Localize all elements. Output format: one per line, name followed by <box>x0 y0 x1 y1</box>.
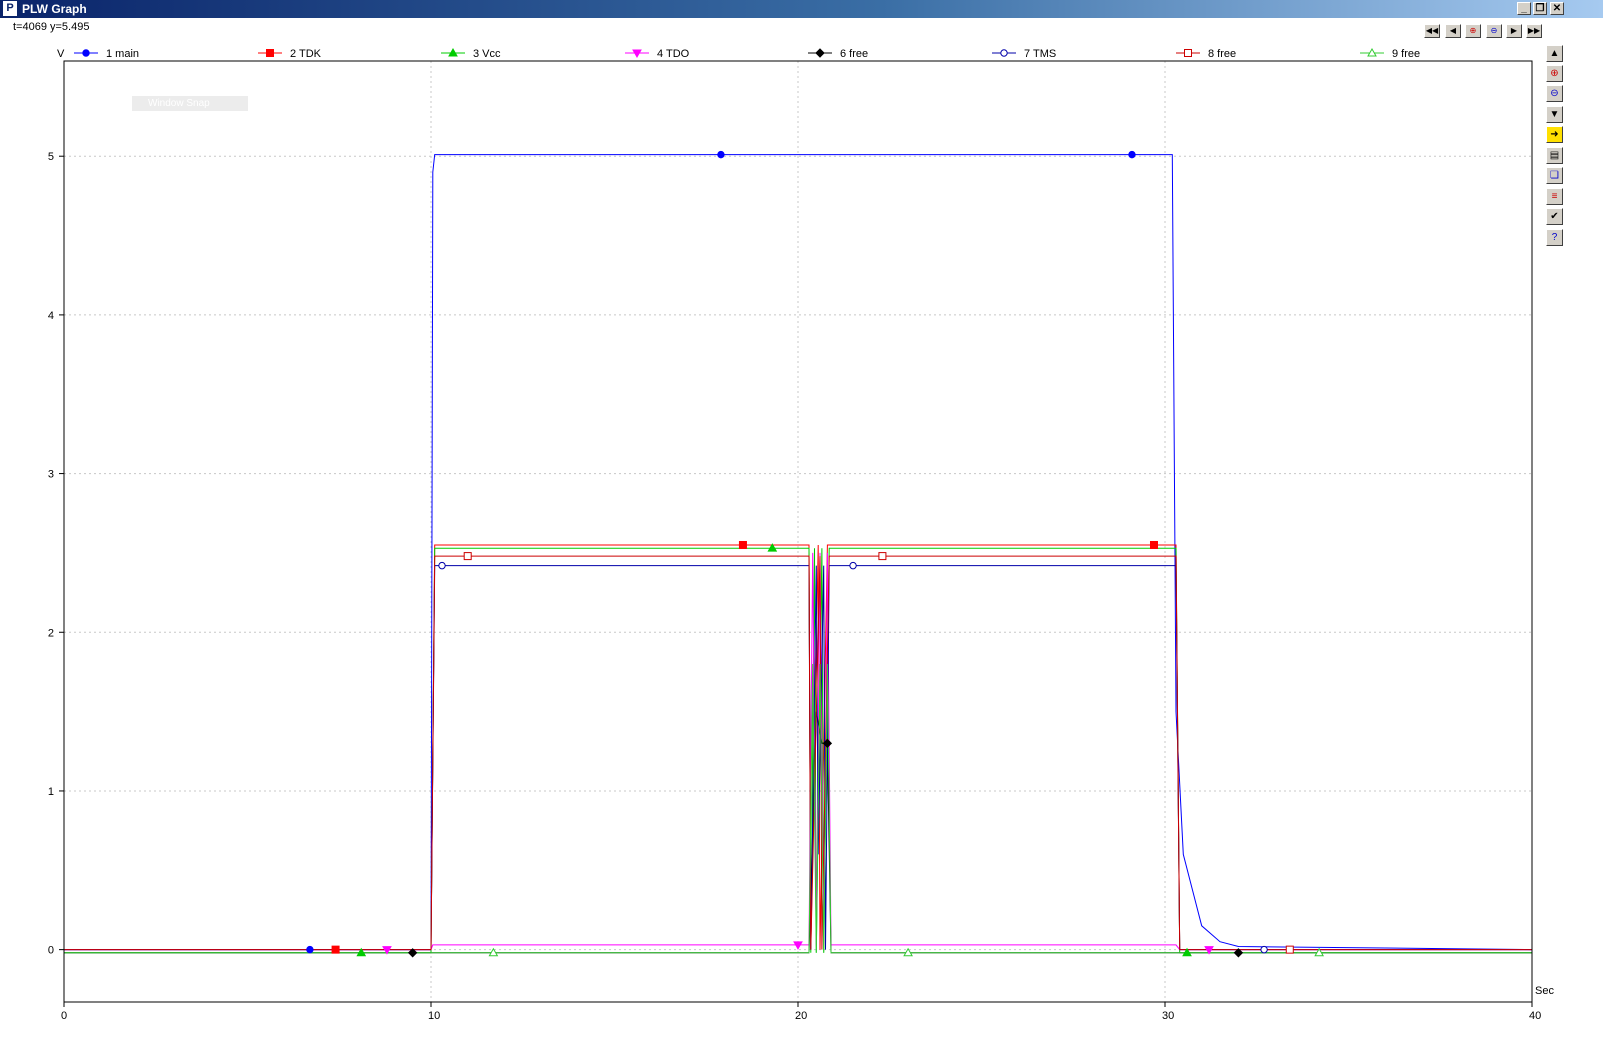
legend-marker <box>1000 49 1008 57</box>
series-marker-7 <box>1285 945 1294 954</box>
y-tick-label: 3 <box>48 469 54 481</box>
series-marker-2 <box>331 945 340 954</box>
legend-label: 6 free <box>840 48 868 60</box>
y-tick-label: 2 <box>48 627 54 639</box>
x-tick-label: 30 <box>1162 1010 1174 1022</box>
series-layer <box>64 154 1533 954</box>
series-marker-2 <box>738 540 747 549</box>
series-marker-7 <box>878 552 887 561</box>
series-marker-1 <box>717 150 725 159</box>
legend-label: 9 free <box>1392 48 1420 60</box>
legend-marker <box>82 49 90 57</box>
legend-marker <box>1184 49 1192 57</box>
x-tick-label: 10 <box>428 1010 440 1022</box>
x-axis-label: Sec <box>1535 985 1554 997</box>
window-snap-label: Window Snap <box>132 96 248 111</box>
series-marker-1 <box>1128 150 1136 159</box>
legend-label: 1 main <box>106 48 139 60</box>
legend-label: 2 TDK <box>290 48 322 60</box>
y-tick-label: 1 <box>48 786 54 798</box>
x-tick-label: 20 <box>795 1010 807 1022</box>
series-marker-6 <box>1260 945 1268 954</box>
legend-label: 3 Vcc <box>473 48 501 60</box>
grid <box>64 61 1533 1002</box>
x-tick-label: 40 <box>1529 1010 1541 1022</box>
legend: 1 main 2 TDK 3 Vcc 4 TDO 6 free 7 TMS 8 free 9 … <box>74 47 1420 60</box>
y-axis-label: V <box>57 48 65 60</box>
x-tick-label: 0 <box>61 1010 67 1022</box>
legend-marker <box>266 49 274 57</box>
legend-label: 7 TMS <box>1024 48 1056 60</box>
series-marker-2 <box>1149 540 1158 549</box>
series-marker-1 <box>306 945 314 954</box>
series-marker-7 <box>463 552 472 561</box>
legend-label: 4 TDO <box>657 48 690 60</box>
axes: 0 10 20 30 40 0 1 2 3 4 5 V Sec <box>48 48 1555 1022</box>
legend-label: 8 free <box>1208 48 1236 60</box>
series-marker-6 <box>438 561 446 570</box>
y-tick-label: 4 <box>48 310 54 322</box>
signal-chart[interactable]: 0 10 20 30 40 0 1 2 3 4 5 V Sec 1 main 2 TDK 3 Vcc 4 TD… <box>0 0 1603 1050</box>
y-tick-label: 0 <box>48 945 54 957</box>
series-marker-6 <box>849 561 857 570</box>
y-tick-label: 5 <box>48 151 54 163</box>
legend-marker <box>815 48 825 58</box>
